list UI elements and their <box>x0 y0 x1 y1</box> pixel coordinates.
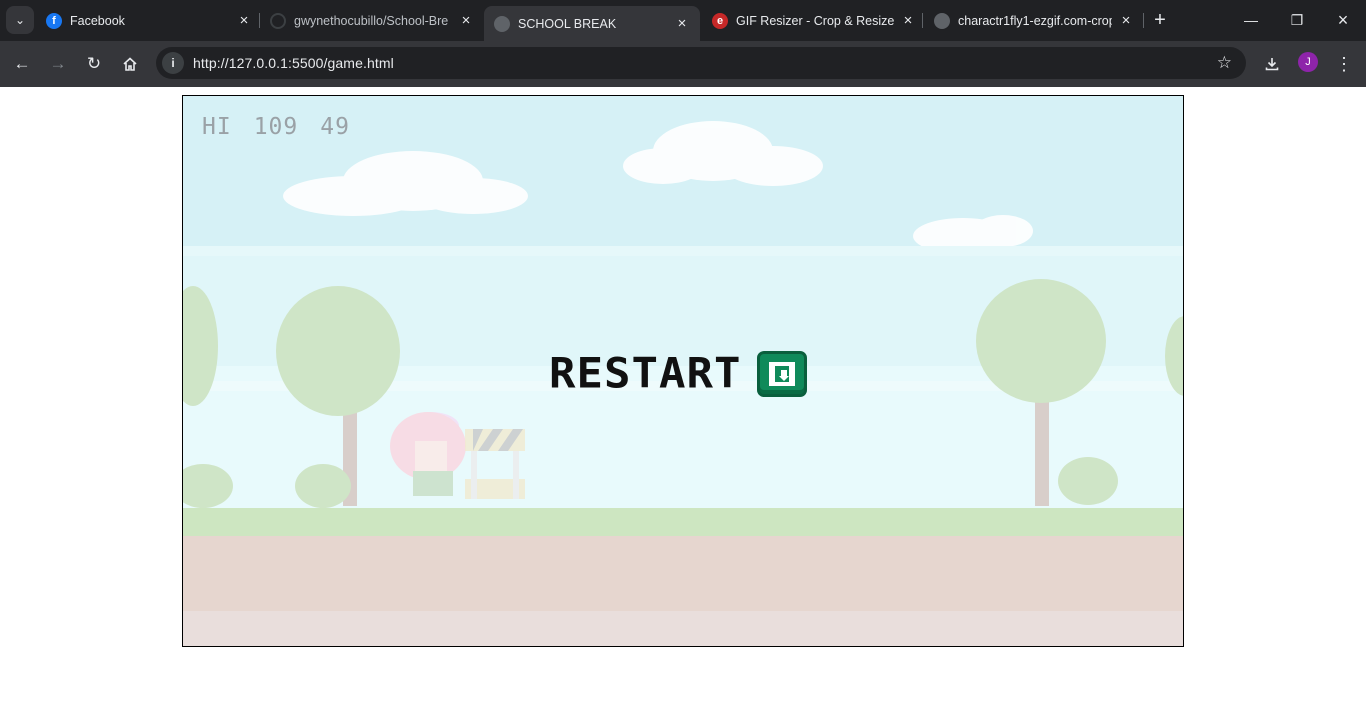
restart-panel: RESTART <box>549 348 808 399</box>
close-icon[interactable]: × <box>674 15 690 32</box>
download-icon[interactable] <box>1259 51 1285 77</box>
tab-divider <box>259 13 260 28</box>
current-score: 49 <box>320 114 350 140</box>
close-icon[interactable]: × <box>458 12 474 29</box>
close-icon[interactable]: × <box>236 12 252 29</box>
home-icon[interactable] <box>117 51 143 77</box>
bookmark-star-icon[interactable]: ☆ <box>1217 53 1232 73</box>
close-window-icon[interactable]: × <box>1331 8 1355 32</box>
more-menu-icon[interactable]: ⋮ <box>1331 51 1357 77</box>
tab-character-gif[interactable]: charactr1fly1-ezgif.com-crop × <box>934 6 1134 35</box>
reload-icon[interactable]: ↻ <box>81 51 107 77</box>
tab-facebook[interactable]: f Facebook × <box>46 6 252 35</box>
globe-icon <box>934 12 950 29</box>
tab-title: SCHOOL BREAK <box>518 16 617 31</box>
new-tab-button[interactable]: + <box>1150 10 1170 30</box>
minimize-icon[interactable]: — <box>1239 8 1263 32</box>
tab-gif-resizer[interactable]: e GIF Resizer - Crop & Resize × <box>712 6 916 35</box>
back-icon[interactable]: ← <box>9 51 35 77</box>
game-canvas[interactable]: HI 109 49 RESTART <box>182 95 1184 647</box>
restart-label[interactable]: RESTART <box>549 349 741 397</box>
forward-icon[interactable]: → <box>45 51 71 77</box>
tab-title: gwynethocubillo/School-Bre <box>294 13 449 28</box>
ezgif-icon: e <box>712 12 728 29</box>
url-text: http://127.0.0.1:5500/game.html <box>193 55 394 71</box>
tab-divider <box>1143 13 1144 28</box>
restore-icon[interactable]: ❐ <box>1285 8 1309 32</box>
browser-toolbar: ← → ↻ i http://127.0.0.1:5500/game.html … <box>0 41 1366 87</box>
tab-strip: ⌄ f Facebook × gwynethocubillo/School-Br… <box>0 0 1366 41</box>
address-bar[interactable]: i http://127.0.0.1:5500/game.html ☆ <box>156 47 1246 79</box>
tab-search-button[interactable]: ⌄ <box>6 6 34 34</box>
tab-title: GIF Resizer - Crop & Resize <box>736 13 894 28</box>
github-icon <box>270 12 286 29</box>
facebook-icon: f <box>46 12 62 29</box>
tab-title: charactr1fly1-ezgif.com-crop <box>958 13 1112 28</box>
globe-icon <box>494 15 510 32</box>
close-icon[interactable]: × <box>900 12 916 29</box>
tab-github[interactable]: gwynethocubillo/School-Bre × <box>270 6 474 35</box>
tab-divider <box>922 13 923 28</box>
close-icon[interactable]: × <box>1118 12 1134 29</box>
hi-label: HI <box>202 114 232 140</box>
restart-button[interactable] <box>757 350 808 397</box>
chevron-down-icon: ⌄ <box>14 13 26 27</box>
tab-title: Facebook <box>70 13 125 28</box>
site-info-icon[interactable]: i <box>162 52 184 74</box>
hi-score: 109 <box>253 114 299 140</box>
avatar[interactable]: J <box>1298 52 1318 72</box>
score-hud: HI 109 49 <box>202 114 350 140</box>
tab-school-break[interactable]: SCHOOL BREAK × <box>484 6 700 41</box>
exit-icon <box>769 361 796 386</box>
